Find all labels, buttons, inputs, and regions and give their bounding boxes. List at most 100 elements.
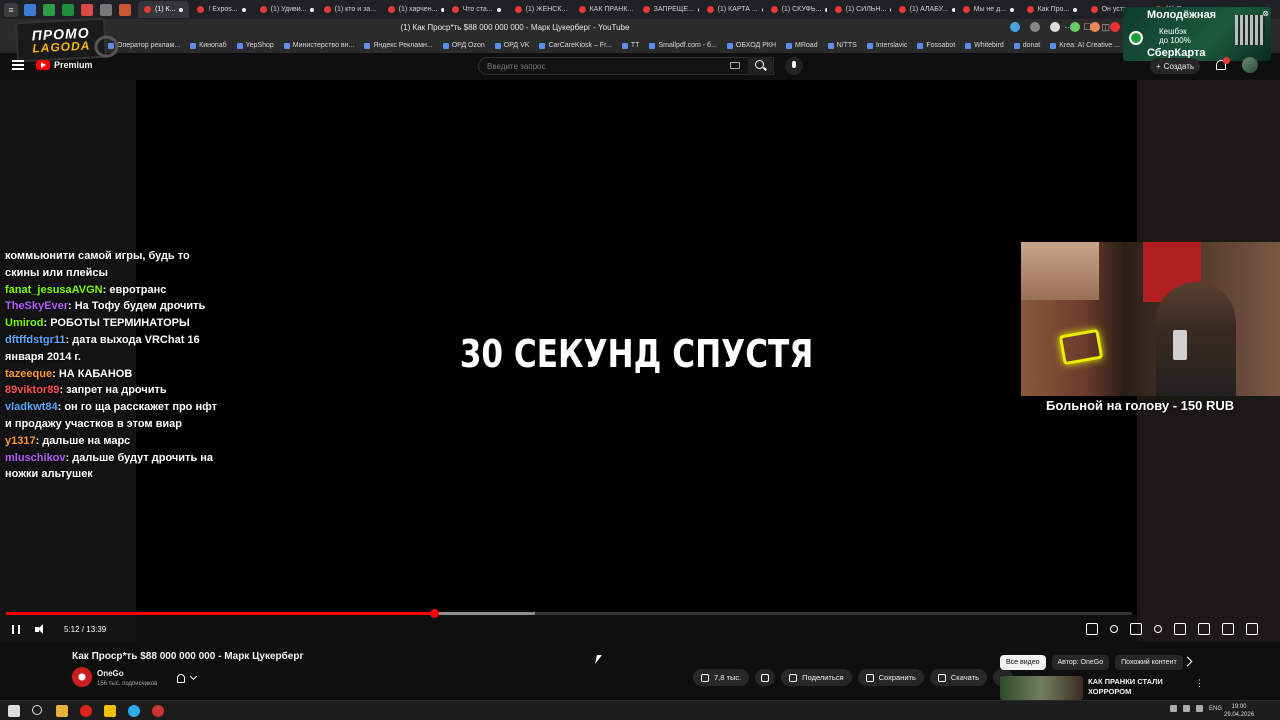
progress-scrubber[interactable]	[430, 609, 439, 618]
system-clock[interactable]: 19:00 29.04.2026	[1224, 703, 1254, 719]
dislike-button[interactable]	[755, 669, 776, 686]
bookmark-item[interactable]: Interslavic	[866, 42, 907, 49]
shield-icon[interactable]	[1086, 623, 1098, 635]
notifications-bell-icon[interactable]	[1216, 57, 1230, 70]
start-icon[interactable]	[8, 705, 20, 717]
chevron-right-icon[interactable]	[1182, 656, 1193, 667]
theater-mode-icon[interactable]	[1198, 623, 1210, 635]
extension-icon[interactable]	[1030, 22, 1040, 32]
filter-chip[interactable]: Автор: OneGo	[1051, 655, 1110, 670]
browser-tab-active[interactable]: (1) К...	[138, 1, 190, 18]
hamburger-menu-icon[interactable]	[12, 60, 24, 70]
browser-tab[interactable]: (1) СИЛЬН...	[829, 1, 891, 18]
speaker-icon[interactable]	[1196, 705, 1203, 712]
pinned-tab-icon[interactable]	[62, 3, 74, 16]
youtube-logo[interactable]: Premium	[36, 60, 93, 70]
bookmark-item[interactable]: ОРД Ozon	[442, 42, 485, 49]
bookmark-item[interactable]: TT	[621, 42, 639, 49]
channel-name[interactable]: OneGo	[97, 669, 124, 678]
chat-message: fanat_jesusaAVGN: евротранс	[5, 282, 225, 299]
share-button[interactable]: Поделиться	[781, 669, 852, 686]
bookmark-item[interactable]: YepShop	[236, 42, 274, 49]
browser-tab[interactable]: (1) ЖЕНСК...	[509, 1, 571, 18]
pinned-tab-icon[interactable]	[100, 3, 112, 16]
network-icon[interactable]	[1183, 705, 1190, 712]
bookmark-item[interactable]: Министерство вн...	[283, 42, 354, 49]
subtitles-icon[interactable]	[1130, 623, 1142, 635]
bookmark-item[interactable]: Кинопаб	[190, 42, 227, 49]
bookmark-item[interactable]: Whitebird	[965, 42, 1004, 49]
tab-audio-indicator	[241, 7, 246, 12]
pause-icon[interactable]	[12, 625, 20, 634]
volume-icon[interactable]	[35, 624, 49, 636]
channel-avatar[interactable]	[72, 667, 92, 687]
bookmark-item[interactable]: MRoad	[786, 42, 818, 49]
subscribed-bell-button[interactable]	[177, 671, 209, 685]
keyboard-icon[interactable]	[730, 62, 740, 69]
extension-icon[interactable]	[1010, 22, 1020, 32]
account-avatar[interactable]	[1242, 57, 1258, 73]
search-icon[interactable]	[32, 705, 42, 715]
browser-tab[interactable]: ЗАПРЕЩЕ...	[637, 1, 699, 18]
bookmark-item[interactable]: ОРД VK	[494, 42, 529, 49]
save-button[interactable]: Сохранить	[857, 669, 924, 686]
browser-tab[interactable]: (1) кто и за...	[318, 1, 380, 18]
telegram-icon[interactable]	[128, 705, 140, 717]
recommended-video-title[interactable]: КАК ПРАНКИ СТАЛИ ХОРРОРОМ	[1088, 677, 1184, 697]
browser-tab[interactable]: Мы не д...	[957, 1, 1019, 18]
pinned-tab-icon[interactable]	[43, 3, 55, 16]
browser-tab[interactable]: (1) АЛАБУ...	[893, 1, 955, 18]
autoplay-toggle-icon[interactable]	[1110, 625, 1118, 633]
donation-alert: Больной на голову - 150 RUB	[1046, 398, 1235, 413]
language-indicator[interactable]: ENG	[1209, 706, 1222, 712]
tray-chevron-icon[interactable]	[1170, 705, 1177, 712]
miniplayer-icon[interactable]	[1174, 623, 1186, 635]
bookmark-item[interactable]: Оператор реклам...	[108, 42, 180, 49]
youtube-favicon-icon	[1090, 6, 1098, 13]
like-button[interactable]: 7,8 тыс.	[693, 669, 750, 686]
bookmark-item[interactable]: CarCareKiosk – Fr...	[539, 42, 612, 49]
browser-tab[interactable]: Как Про...	[1021, 1, 1083, 18]
browser-tab[interactable]: ! Expos...	[191, 1, 251, 18]
download-button[interactable]: Скачать	[929, 669, 987, 686]
file-explorer-icon[interactable]	[56, 705, 68, 717]
bookmark-item[interactable]: Smallpdf.com - б...	[649, 42, 717, 49]
cast-icon[interactable]	[1222, 623, 1234, 635]
browser-tab[interactable]: (1) харчен...	[382, 1, 444, 18]
recommended-video-thumbnail[interactable]	[1000, 676, 1083, 700]
browser-tab[interactable]: Что ста...	[446, 1, 507, 18]
yandex-browser-icon[interactable]	[80, 705, 92, 717]
browser-tab[interactable]: (1) Удиви...	[254, 1, 316, 18]
extension-icon[interactable]	[1090, 22, 1100, 32]
browser-tab[interactable]: КАК ПРАНК...	[573, 1, 635, 18]
extension-icon[interactable]	[1050, 22, 1060, 32]
pinned-tab-icon[interactable]	[119, 3, 131, 16]
voice-search-icon[interactable]	[785, 57, 803, 75]
filter-chip[interactable]: Похожий контент	[1115, 655, 1183, 670]
pinned-tab-icon[interactable]	[81, 3, 93, 16]
settings-gear-icon[interactable]	[1154, 625, 1162, 633]
pinned-tab-icon[interactable]	[24, 3, 36, 16]
bookmark-item[interactable]: Fossabot	[917, 42, 955, 49]
fullscreen-icon[interactable]	[1246, 623, 1258, 635]
browser-tab[interactable]: (1) СКУФЬ...	[765, 1, 827, 18]
bookmark-item[interactable]: ОБХОД РКН	[726, 42, 776, 49]
more-vert-icon[interactable]: ⋮	[1195, 678, 1204, 689]
app-icon[interactable]	[104, 705, 116, 717]
create-button[interactable]: + Создать	[1150, 58, 1201, 74]
bookmark-favicon-icon	[364, 42, 371, 49]
bookmark-item[interactable]: Krea: AI Creative ...	[1050, 42, 1120, 49]
filter-chip[interactable]: Все видео	[1000, 655, 1046, 670]
chat-text: запрет на дрочить	[66, 384, 167, 397]
search-button[interactable]	[748, 57, 774, 75]
obs-icon[interactable]	[152, 705, 164, 717]
bookmark-item[interactable]: Яндекс Рекламн...	[364, 42, 433, 49]
bookmark-item[interactable]: N/TTS	[827, 42, 857, 49]
extension-icon[interactable]	[1070, 22, 1080, 32]
close-icon: ⊗	[1262, 9, 1269, 18]
bookmark-item[interactable]: donat	[1013, 42, 1040, 49]
video-progress-bar[interactable]	[6, 609, 1132, 618]
extension-icon[interactable]	[1110, 22, 1120, 32]
browser-menu-icon[interactable]: ≡	[4, 2, 18, 17]
browser-tab[interactable]: (1) КАРТА ...	[701, 1, 763, 18]
